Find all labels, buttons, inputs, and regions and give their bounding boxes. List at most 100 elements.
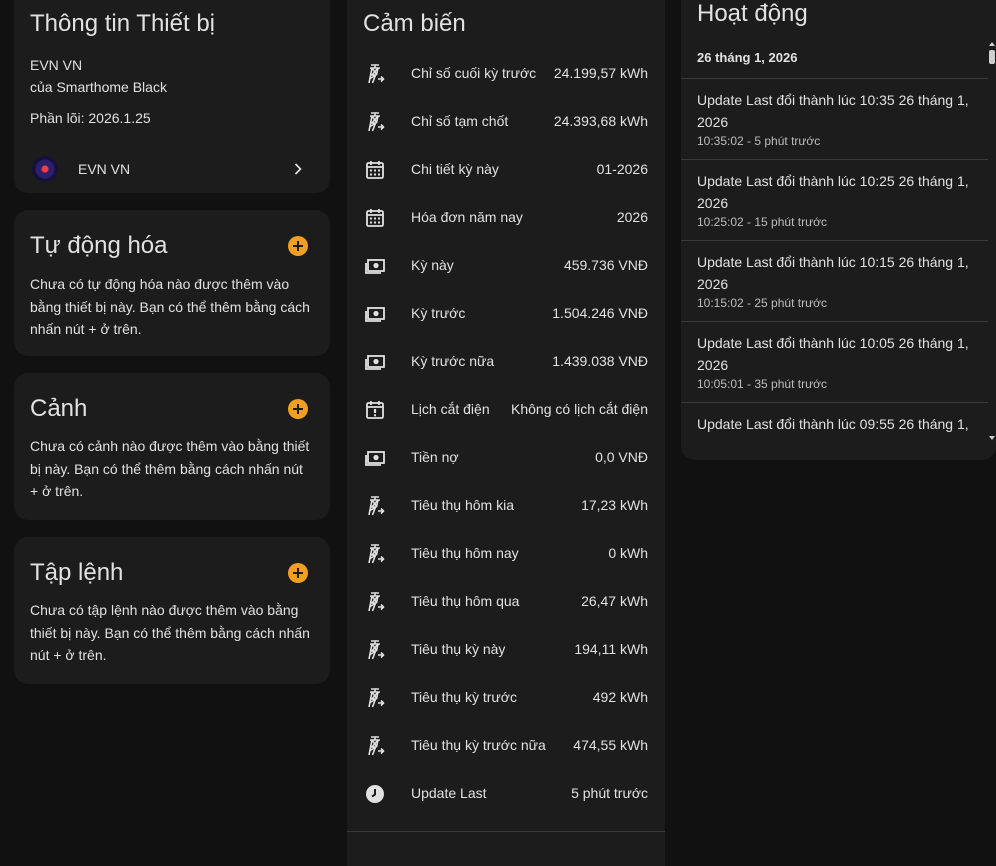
sensor-label: Chỉ số tạm chốt [411, 113, 509, 129]
activity-item[interactable]: Update Last đổi thành lúc 09:55 26 tháng… [681, 402, 988, 440]
activity-time: 10:05:01 - 35 phút trước [697, 377, 827, 391]
calendar-icon [366, 161, 384, 179]
sensor-value: 26,47 kWh [581, 593, 648, 609]
sensor-row[interactable]: Chi tiết kỳ này 01-2026 [347, 146, 665, 194]
scroll-down-icon[interactable] [989, 436, 995, 440]
scroll-up-icon[interactable] [989, 42, 995, 46]
sensor-value: 01-2026 [596, 161, 648, 177]
sensor-row[interactable]: Chỉ số tạm chốt 24.393,68 kWh [347, 98, 665, 146]
sensor-label: Tiêu thụ kỳ trước [411, 689, 517, 705]
device-info-title: Thông tin Thiết bị [30, 10, 216, 37]
sensors-card: Cảm biến Chỉ số cuối kỳ trước 24.199,57 k… [347, 0, 665, 866]
cash-icon [365, 355, 385, 370]
activity-item[interactable]: Update Last đổi thành lúc 10:15 26 tháng… [681, 240, 988, 321]
activity-message: Update Last đổi thành lúc 10:35 26 tháng… [697, 92, 969, 130]
add-automation-icon[interactable] [288, 236, 308, 256]
transmission-tower-icon [368, 688, 385, 708]
sensor-row[interactable]: Tiêu thụ hôm nay 0 kWh [347, 530, 665, 578]
sensor-row[interactable]: Chỉ số cuối kỳ trước 24.199,57 kWh [347, 50, 665, 98]
transmission-tower-icon [368, 64, 385, 84]
transmission-tower-icon [368, 496, 385, 516]
scripts-empty-text: Chưa có tập lệnh nào được thêm vào bằng … [30, 602, 310, 663]
sensors-title: Cảm biến [363, 10, 466, 37]
activity-title: Hoạt động [697, 0, 808, 27]
activity-scrollbar[interactable] [987, 42, 996, 440]
sensor-label: Chi tiết kỳ này [411, 161, 499, 177]
sensor-value: 194,11 kWh [574, 641, 648, 657]
sensor-row[interactable]: Update Last 5 phút trước [347, 770, 665, 818]
cash-icon [365, 451, 385, 466]
activity-time: 10:35:02 - 5 phút trước [697, 134, 821, 148]
transmission-tower-icon [368, 736, 385, 756]
activity-message: Update Last đổi thành lúc 09:55 26 tháng… [697, 416, 969, 440]
transmission-tower-icon [368, 112, 385, 132]
sensor-row[interactable]: Hóa đơn năm nay 2026 [347, 194, 665, 242]
transmission-tower-icon [368, 544, 385, 564]
sensor-row[interactable]: Tiêu thụ kỳ trước 492 kWh [347, 674, 665, 722]
cash-icon [365, 259, 385, 274]
device-integration-link[interactable]: EVN VN [14, 146, 330, 192]
add-script-icon[interactable] [288, 563, 308, 583]
activity-message: Update Last đổi thành lúc 10:05 26 tháng… [697, 335, 969, 373]
scripts-card: Tập lệnh Chưa có tập lệnh nào được thêm … [14, 537, 330, 684]
sensor-value: Không có lịch cắt điện [511, 401, 648, 417]
sensor-value: 24.393,68 kWh [553, 113, 648, 129]
sensor-value: 0 kWh [608, 545, 648, 561]
sensor-label: Kỳ trước nữa [411, 353, 495, 369]
sensor-label: Tiền nợ [411, 449, 459, 465]
sensor-row[interactable]: Tiêu thụ hôm kia 17,23 kWh [347, 482, 665, 530]
sensor-label: Tiêu thụ kỳ trước nữa [411, 737, 546, 753]
sensor-row[interactable]: Tiêu thụ kỳ trước nữa 474,55 kWh [347, 722, 665, 770]
clock-icon [366, 785, 384, 803]
activity-message: Update Last đổi thành lúc 10:15 26 tháng… [697, 254, 969, 292]
device-model: EVN VN [30, 57, 83, 73]
activity-list[interactable]: Update Last đổi thành lúc 10:35 26 tháng… [681, 78, 988, 440]
automations-title: Tự động hóa [30, 232, 168, 259]
sensor-value: 1.439.038 VNĐ [552, 353, 648, 369]
activity-card: Hoạt động 26 tháng 1, 2026 Update Last đ… [681, 0, 996, 460]
sensor-row[interactable]: Tiền nợ 0,0 VNĐ [347, 434, 665, 482]
sensor-value: 0,0 VNĐ [595, 449, 648, 465]
sensor-row[interactable]: Kỳ này 459.736 VNĐ [347, 242, 665, 290]
sensor-label: Tiêu thụ hôm nay [411, 545, 519, 561]
sensor-value: 2026 [616, 209, 648, 225]
scroll-thumb[interactable] [989, 50, 995, 64]
activity-item[interactable]: Update Last đổi thành lúc 10:35 26 tháng… [681, 78, 988, 159]
calendar-alert-icon [366, 401, 384, 419]
sensor-label: Kỳ trước [411, 305, 466, 321]
sensor-label: Tiêu thụ hôm kia [411, 497, 514, 513]
sensor-row[interactable]: Kỳ trước 1.504.246 VNĐ [347, 290, 665, 338]
sensor-label: Tiêu thụ kỳ này [411, 641, 506, 657]
sensor-row[interactable]: Tiêu thụ hôm qua 26,47 kWh [347, 578, 665, 626]
sensors-divider [347, 831, 665, 832]
sensor-value: 1.504.246 VNĐ [552, 305, 648, 321]
chevron-right-icon [294, 163, 302, 175]
sensor-value: 17,23 kWh [581, 497, 648, 513]
scenes-title: Cảnh [30, 395, 88, 422]
sensor-label: Kỳ này [411, 257, 454, 273]
device-link-name: EVN VN [78, 161, 131, 177]
calendar-icon [366, 209, 384, 227]
automations-card: Tự động hóa Chưa có tự động hóa nào được… [14, 210, 330, 356]
device-firmware: Phần lõi: 2026.1.25 [30, 110, 151, 126]
evn-logo-icon [32, 156, 58, 182]
activity-message: Update Last đổi thành lúc 10:25 26 tháng… [697, 173, 969, 211]
activity-time: 10:15:02 - 25 phút trước [697, 296, 827, 310]
device-info-card: Thông tin Thiết bị EVN VN của Smarthome … [14, 0, 330, 193]
scenes-empty-text: Chưa có cảnh nào được thêm vào bằng thiế… [30, 438, 310, 499]
activity-time: 10:25:02 - 15 phút trước [697, 215, 827, 229]
sensor-label: Chỉ số cuối kỳ trước [411, 65, 537, 81]
scripts-title: Tập lệnh [30, 559, 124, 586]
sensors-footer-link[interactable] [367, 846, 527, 856]
activity-item[interactable]: Update Last đổi thành lúc 10:25 26 tháng… [681, 159, 988, 240]
sensor-row[interactable]: Tiêu thụ kỳ này 194,11 kWh [347, 626, 665, 674]
add-scene-icon[interactable] [288, 399, 308, 419]
scenes-card: Cảnh Chưa có cảnh nào được thêm vào bằng… [14, 373, 330, 520]
sensor-row[interactable]: Lịch cắt điện Không có lịch cắt điện [347, 386, 665, 434]
automations-empty-text: Chưa có tự động hóa nào được thêm vào bằ… [30, 276, 310, 337]
activity-item[interactable]: Update Last đổi thành lúc 10:05 26 tháng… [681, 321, 988, 402]
cash-icon [365, 307, 385, 322]
sensor-row[interactable]: Kỳ trước nữa 1.439.038 VNĐ [347, 338, 665, 386]
sensor-value: 459.736 VNĐ [563, 257, 648, 273]
sensor-label: Tiêu thụ hôm qua [411, 593, 520, 609]
